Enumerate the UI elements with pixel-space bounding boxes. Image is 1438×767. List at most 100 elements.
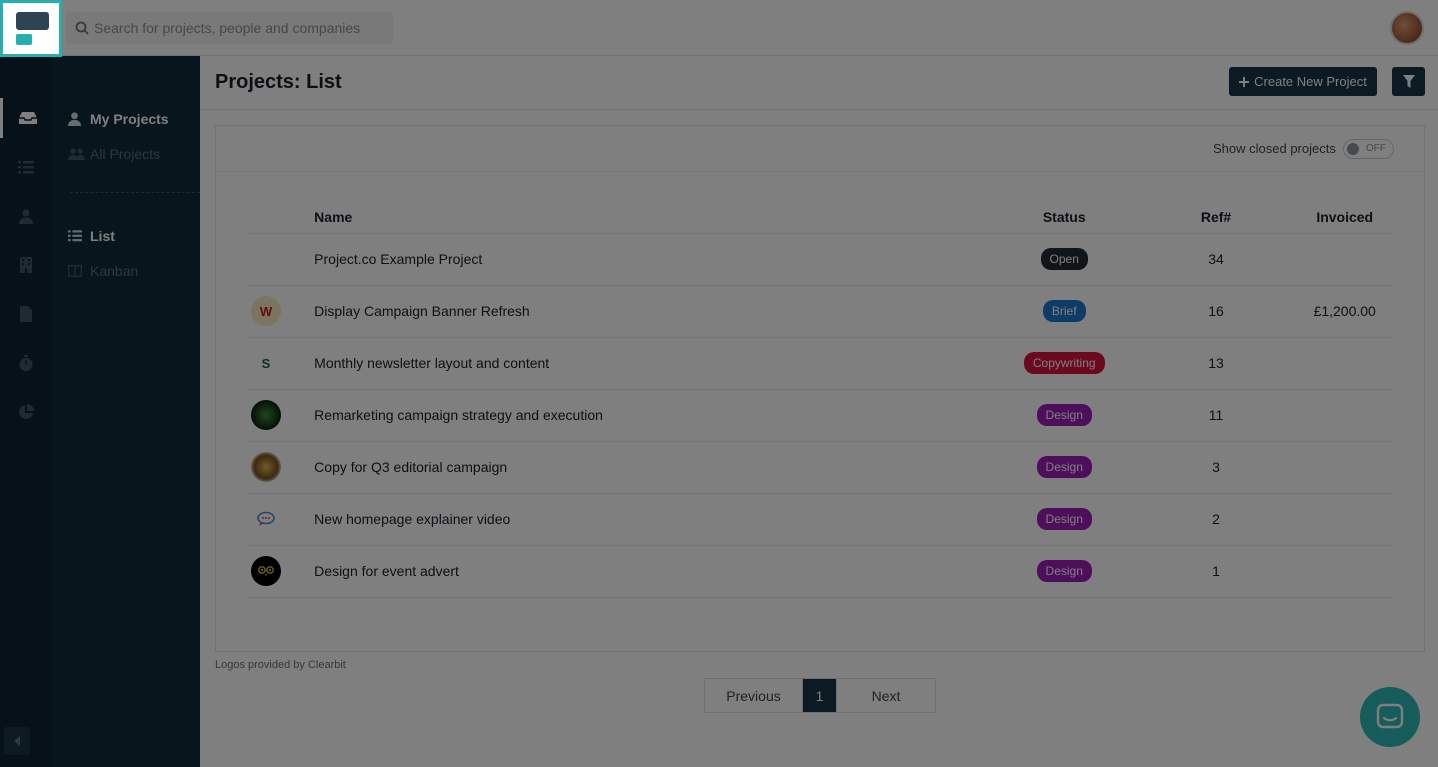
page-header: Projects: List Create New Project [200, 56, 1438, 110]
current-page-button[interactable]: 1 [803, 679, 836, 712]
user-avatar[interactable] [1390, 11, 1424, 45]
project-logo-cell [248, 493, 315, 546]
icon-rail [0, 56, 52, 767]
table-row[interactable]: Remarketing campaign strategy and execut… [248, 389, 1392, 442]
project-name[interactable]: New homepage explainer video [314, 493, 994, 546]
filter-button[interactable] [1392, 67, 1425, 96]
project-logo-cell [248, 389, 315, 442]
chat-bubble-logo-icon [257, 511, 275, 526]
status-cell: Design [993, 441, 1135, 494]
name-column-header[interactable]: Name [314, 201, 994, 234]
table-row[interactable]: Design for event advert Design 1 [248, 545, 1392, 598]
sidebar-item-label: All Projects [90, 146, 161, 162]
status-badge: Brief [1042, 300, 1086, 322]
top-bar [0, 0, 1438, 56]
user-icon [68, 112, 81, 126]
project-subnav: My Projects All Projects List Kanban [52, 56, 200, 767]
main-content: Projects: List Create New Project Show c… [200, 56, 1438, 767]
table-row[interactable]: S Monthly newsletter layout and content … [248, 337, 1392, 390]
inbox-icon [18, 112, 37, 124]
owl-logo-icon [258, 566, 274, 576]
company-logo [251, 400, 281, 430]
toggle-knob [1347, 143, 1359, 155]
search-box[interactable] [66, 12, 393, 44]
project-logo-cell: S [248, 337, 315, 390]
chat-launcher-button[interactable] [1360, 687, 1420, 747]
project-logo-cell [248, 233, 315, 286]
ref-cell: 11 [1134, 389, 1298, 442]
company-logo: W [251, 296, 281, 326]
create-new-project-button[interactable]: Create New Project [1229, 67, 1377, 96]
project-logo-cell [248, 545, 315, 598]
project-name[interactable]: Copy for Q3 editorial campaign [314, 441, 994, 494]
sidebar-divider [70, 192, 200, 193]
sidebar-item-label: Kanban [90, 263, 139, 279]
ref-column-header[interactable]: Ref# [1134, 201, 1298, 234]
people-nav-item[interactable] [0, 196, 52, 236]
show-closed-label: Show closed projects [1213, 141, 1336, 156]
status-column-header[interactable]: Status [993, 201, 1135, 234]
logo-top-block [16, 12, 49, 30]
table-row[interactable]: Project.co Example Project Open 34 [248, 233, 1392, 286]
table-row[interactable]: New homepage explainer video Design 2 [248, 493, 1392, 546]
logo-bottom-block [16, 34, 32, 45]
toggle-state: OFF [1366, 143, 1386, 154]
status-badge: Copywriting [1023, 352, 1105, 374]
sidebar-item-label: My Projects [90, 111, 169, 127]
pagination: Previous 1 Next [704, 678, 936, 713]
invoiced-cell [1297, 389, 1392, 442]
company-logo: S [251, 348, 281, 378]
ref-cell: 3 [1134, 441, 1298, 494]
caret-left-icon [14, 736, 20, 746]
plus-icon [1239, 76, 1250, 87]
chat-icon [1376, 703, 1404, 729]
file-icon [20, 306, 32, 322]
ref-cell: 13 [1134, 337, 1298, 390]
sidebar-item-kanban[interactable]: Kanban [68, 261, 138, 281]
table-row[interactable]: Copy for Q3 editorial campaign Design 3 [248, 441, 1392, 494]
documents-nav-item[interactable] [0, 294, 52, 334]
app-logo[interactable] [0, 0, 62, 57]
ref-cell: 1 [1134, 545, 1298, 598]
logos-credit: Logos provided by Clearbit [215, 659, 346, 671]
project-name[interactable]: Remarketing campaign strategy and execut… [314, 389, 994, 442]
invoiced-cell [1297, 233, 1392, 286]
invoiced-cell [1297, 337, 1392, 390]
status-cell: Copywriting [993, 337, 1135, 390]
projects-nav-item[interactable] [0, 147, 52, 187]
invoiced-cell [1297, 441, 1392, 494]
status-badge: Design [1036, 404, 1092, 426]
projects-table: Name Status Ref# Invoiced Project.co Exa… [248, 201, 1392, 598]
sidebar-item-all-projects[interactable]: All Projects [68, 144, 160, 164]
collapse-sidebar-button[interactable] [4, 727, 30, 755]
status-cell: Design [993, 493, 1135, 546]
invoiced-cell [1297, 493, 1392, 546]
company-logo [251, 556, 281, 586]
sidebar-item-my-projects[interactable]: My Projects [68, 109, 169, 129]
inbox-nav-item[interactable] [0, 98, 52, 138]
previous-page-button[interactable]: Previous [705, 679, 803, 712]
invoiced-column-header[interactable]: Invoiced [1297, 201, 1392, 234]
project-name[interactable]: Project.co Example Project [314, 233, 994, 286]
status-cell: Open [993, 233, 1135, 286]
table-row[interactable]: W Display Campaign Banner Refresh Brief … [248, 285, 1392, 338]
project-name[interactable]: Display Campaign Banner Refresh [314, 285, 994, 338]
logo-column-header [248, 201, 315, 234]
status-badge: Design [1036, 560, 1092, 582]
next-page-button[interactable]: Next [836, 679, 935, 712]
status-badge: Design [1036, 456, 1092, 478]
companies-nav-item[interactable] [0, 245, 52, 285]
reports-nav-item[interactable] [0, 392, 52, 432]
search-icon [75, 21, 89, 35]
filter-icon [1402, 75, 1415, 88]
timer-nav-item[interactable] [0, 343, 52, 383]
search-input[interactable] [94, 12, 384, 44]
status-badge: Open [1040, 248, 1088, 270]
sidebar-item-list[interactable]: List [68, 226, 115, 246]
show-closed-toggle[interactable]: OFF [1343, 139, 1394, 159]
table-header-row: Name Status Ref# Invoiced [248, 201, 1392, 234]
list-icon [68, 230, 82, 242]
project-name[interactable]: Design for event advert [314, 545, 994, 598]
building-icon [20, 257, 32, 273]
project-name[interactable]: Monthly newsletter layout and content [314, 337, 994, 390]
